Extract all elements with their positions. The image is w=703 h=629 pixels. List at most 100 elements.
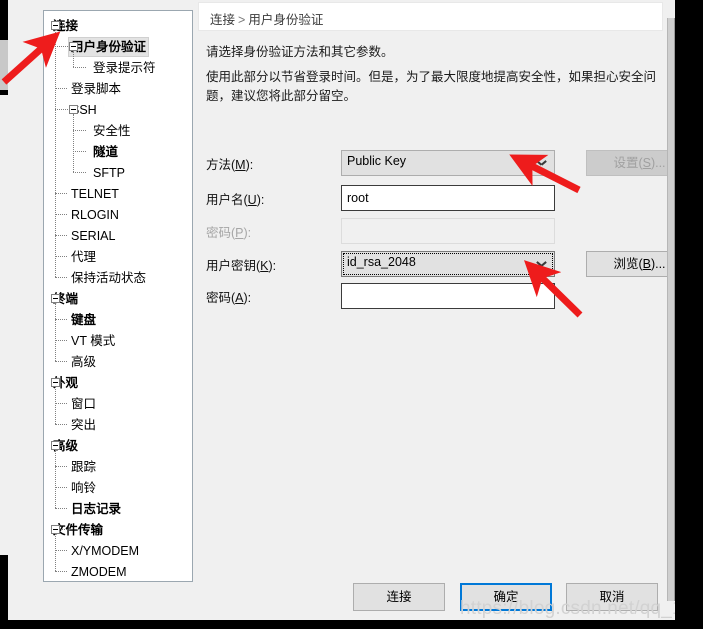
tree-item-label: TELNET xyxy=(71,186,119,201)
tree-guide-line xyxy=(73,67,86,68)
tree-item-label: 用户身份验证 xyxy=(68,36,150,57)
tree-item-label: 高级 xyxy=(71,354,97,369)
passphrase-input-wrap[interactable] xyxy=(341,283,555,309)
method-combo-value: Public Key xyxy=(347,154,407,168)
password-input[interactable] xyxy=(341,218,555,244)
username-row: 用户名(U): root xyxy=(206,185,661,211)
username-input[interactable]: root xyxy=(341,185,555,211)
tree-expander-collapse-icon[interactable] xyxy=(69,42,78,51)
tree-item-label: X/YMODEM xyxy=(71,543,140,558)
chevron-down-icon[interactable] xyxy=(537,160,546,166)
tree-guide-line xyxy=(55,424,67,425)
tree-item[interactable]: 安全性 xyxy=(44,120,192,141)
vertical-scrollbar[interactable] xyxy=(667,18,675,601)
breadcrumb-bar: 连接 > 用户身份验证 xyxy=(198,2,663,31)
tree-item-label: 键盘 xyxy=(71,312,97,327)
tree-guide-line xyxy=(55,88,67,89)
userkey-browse-button[interactable]: 浏览(B)... xyxy=(586,251,675,277)
tree-guide-line xyxy=(55,303,56,361)
tree-item-label: VT 模式 xyxy=(71,333,116,348)
tree-item-label: 保持活动状态 xyxy=(71,270,147,285)
userkey-combo[interactable]: id_rsa_2048 xyxy=(341,251,555,277)
tree-guide-line xyxy=(55,403,67,404)
session-options-dialog: 连接 用户身份验证 登录提示符 登录脚本 SSH 安全性 隧道 SFTP TELNET RLOGI… xyxy=(8,0,675,620)
tree-guide-line xyxy=(73,114,74,172)
tree-guide-line xyxy=(55,534,56,571)
method-label: 方法(M): xyxy=(206,158,254,172)
tree-guide-line xyxy=(55,30,56,277)
tree-item-label: SFTP xyxy=(93,165,125,180)
username-label: 用户名(U): xyxy=(206,193,265,207)
tree-expander-collapse-icon[interactable] xyxy=(51,525,60,534)
tree-item[interactable]: SFTP xyxy=(44,162,192,183)
tree-item[interactable]: 隧道 xyxy=(44,141,192,162)
chevron-down-icon[interactable] xyxy=(537,261,546,267)
tree-expander-collapse-icon[interactable] xyxy=(51,294,60,303)
tree-item-label: 登录脚本 xyxy=(71,81,122,96)
breadcrumb-current: 用户身份验证 xyxy=(248,13,324,27)
tree-guide-line xyxy=(55,214,67,215)
description-line-2: 使用此部分以节省登录时间。但是，为了最大限度地提高安全性，如果担心安全问题，建议… xyxy=(206,70,657,103)
breadcrumb-parent: 连接 xyxy=(210,13,236,27)
tree-guide-line xyxy=(55,450,56,508)
tree-expander-collapse-icon[interactable] xyxy=(69,105,78,114)
tree-guide-line xyxy=(55,193,67,194)
tree-guide-line xyxy=(55,387,56,424)
password-label: 密码(P): xyxy=(206,226,252,240)
tree-guide-line xyxy=(73,151,86,152)
options-content-pane: 连接 > 用户身份验证 请选择身份验证方法和其它参数。 使用此部分以节省登录时间。但… xyxy=(198,0,675,560)
method-settings-button[interactable]: 设置(S)... xyxy=(586,150,675,176)
tree-expander-collapse-icon[interactable] xyxy=(51,378,60,387)
tree-guide-line xyxy=(55,508,67,509)
tree-item-label: 登录提示符 xyxy=(93,60,156,75)
tree-expander-collapse-icon[interactable] xyxy=(51,441,60,450)
tree-item-label: 安全性 xyxy=(93,123,131,138)
tree-guide-line xyxy=(55,256,67,257)
tree-guide-line xyxy=(55,340,67,341)
screenshot-root: 连接 用户身份验证 登录提示符 登录脚本 SSH 安全性 隧道 SFTP TELNET RLOGI… xyxy=(0,0,703,629)
tree-guide-line xyxy=(73,130,86,131)
category-tree-panel[interactable]: 连接 用户身份验证 登录提示符 登录脚本 SSH 安全性 隧道 SFTP TELNET RLOGI… xyxy=(43,10,193,582)
breadcrumb-separator: > xyxy=(238,13,246,27)
passphrase-row: 密码(A): xyxy=(206,283,661,309)
tree-expander-collapse-icon[interactable] xyxy=(51,21,60,30)
connect-button[interactable]: 连接 xyxy=(353,583,445,611)
tree-guide-line xyxy=(55,319,67,320)
right-black-margin xyxy=(675,0,703,629)
tree-guide-line xyxy=(55,571,67,572)
password-row: 密码(P): xyxy=(206,218,661,244)
tree-guide-line xyxy=(55,46,68,47)
tree-guide-line xyxy=(61,25,67,26)
tree-guide-line xyxy=(61,382,67,383)
tree-item-label: ZMODEM xyxy=(71,564,127,579)
watermark-text: https://blog.csdn.net/qq_18881987 xyxy=(460,598,675,619)
userkey-combo-value: id_rsa_2048 xyxy=(347,255,416,269)
left-gray-band-upper xyxy=(0,40,8,90)
tree-item-label: 窗口 xyxy=(71,396,97,411)
tree-item-label: 突出 xyxy=(71,417,97,432)
tree-guide-line xyxy=(55,361,67,362)
tree-item[interactable]: 登录提示符 xyxy=(44,57,192,78)
username-input-wrap[interactable]: root xyxy=(341,185,555,211)
left-gray-band-lower xyxy=(0,95,8,555)
method-combo[interactable]: Public Key xyxy=(341,150,555,176)
tree-guide-line xyxy=(55,466,67,467)
tree-item-label: 日志记录 xyxy=(71,501,122,516)
tree-guide-line xyxy=(73,51,74,67)
passphrase-input[interactable] xyxy=(341,283,555,309)
userkey-row: 用户密钥(K): id_rsa_2048 浏览(B)... xyxy=(206,251,675,277)
category-tree-list: 连接 用户身份验证 登录提示符 登录脚本 SSH 安全性 隧道 SFTP TELNET RLOGI… xyxy=(44,11,192,581)
bottom-black-margin xyxy=(0,620,703,629)
tree-item-label: 隧道 xyxy=(93,144,119,159)
tree-item-label: RLOGIN xyxy=(71,207,119,222)
passphrase-label: 密码(A): xyxy=(206,291,252,305)
password-input-wrap[interactable] xyxy=(341,218,555,244)
tree-guide-line xyxy=(73,172,86,173)
tree-guide-line xyxy=(55,487,67,488)
tree-item-label: 代理 xyxy=(71,249,97,264)
tree-item-label: 响铃 xyxy=(71,480,97,495)
tree-guide-line xyxy=(61,445,67,446)
tree-guide-line xyxy=(55,550,67,551)
tree-guide-line xyxy=(61,529,67,530)
tree-guide-line xyxy=(55,277,67,278)
